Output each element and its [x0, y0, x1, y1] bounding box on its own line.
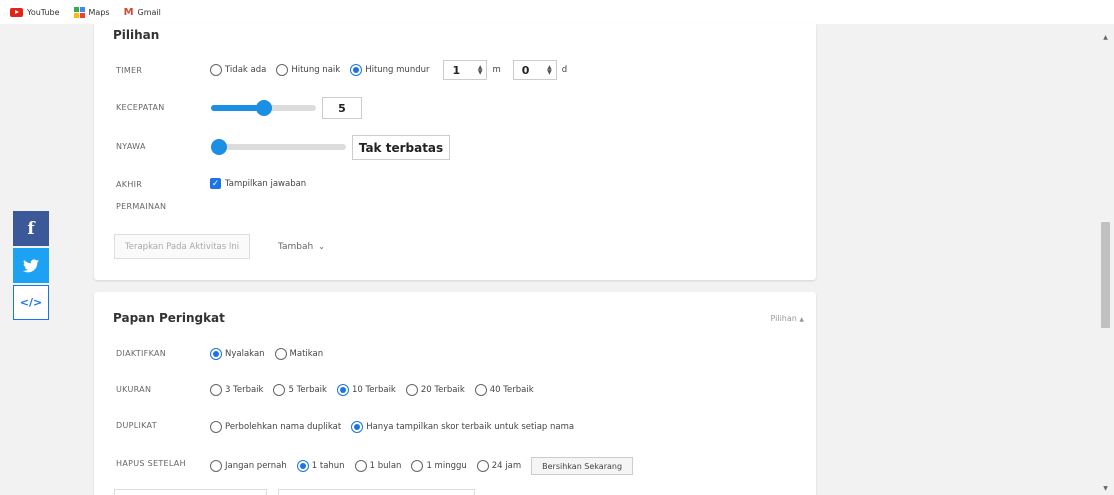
radio-button[interactable] [210, 64, 222, 76]
delete-option-1-year[interactable]: 1 tahun [296, 460, 345, 472]
size-option-3[interactable]: 3 Terbaik [210, 384, 263, 396]
size-option-5[interactable]: 5 Terbaik [273, 384, 327, 396]
enabled-row: Nyalakan Matikan [210, 348, 333, 360]
maps-icon [73, 6, 85, 18]
leaderboard-title: Papan Peringkat [113, 311, 225, 325]
enabled-option-off[interactable]: Matikan [274, 348, 323, 360]
bookmark-label: Maps [88, 7, 110, 17]
radio-button[interactable] [411, 460, 424, 472]
clear-now-button[interactable]: Bersihkan Sekarang [531, 457, 634, 475]
radio-button-selected[interactable] [336, 384, 349, 396]
size-option-20[interactable]: 20 Terbaik [405, 384, 465, 396]
spin-arrows-icon[interactable]: ▲ ▼ [478, 65, 483, 76]
delete-option-1-month[interactable]: 1 bulan [354, 460, 401, 472]
scroll-up-arrow-icon[interactable]: ▲ [1097, 30, 1114, 44]
duplicates-row: Perbolehkan nama duplikat Hanya tampilka… [210, 421, 584, 433]
timer-option-none[interactable]: Tidak ada [210, 64, 266, 76]
lives-value: Tak terbatas [352, 135, 450, 160]
radio-button-selected[interactable] [351, 421, 364, 433]
bookmarks-bar: YouTube Maps M Gmail [0, 0, 1114, 24]
delete-after-row: Jangan pernah 1 tahun 1 bulan 1 minggu 2… [210, 457, 634, 475]
timer-label: TIMER [116, 66, 143, 75]
duplicates-label: DUPLIKAT [116, 421, 157, 430]
minutes-spinbox[interactable]: 1 ▲ ▼ [443, 60, 488, 80]
end-game-label-line2: PERMAINAN [116, 202, 167, 211]
caret-up-icon: ▲ [799, 316, 804, 323]
radio-button[interactable] [476, 460, 489, 472]
gmail-icon: M [123, 6, 134, 18]
radio-button-selected[interactable] [296, 460, 309, 472]
speed-label: KECEPATAN [116, 103, 165, 112]
facebook-icon: f [27, 218, 35, 239]
timer-row: Tidak ada Hitung naik Hitung mundur 1 ▲ ▼… [210, 60, 567, 80]
speed-slider-thumb[interactable] [255, 100, 272, 116]
enabled-label: DIAKTIFKAN [116, 349, 167, 358]
facebook-share-button[interactable]: f [13, 211, 49, 246]
delete-option-1-week[interactable]: 1 minggu [411, 460, 467, 472]
timer-option-countdown[interactable]: Hitung mundur [350, 64, 429, 76]
leaderboard-card: Papan Peringkat Pilihan ▲ DIAKTIFKAN Nya… [94, 292, 816, 495]
speed-value: 5 [322, 97, 362, 119]
duplicates-option-allow[interactable]: Perbolehkan nama duplikat [210, 421, 341, 433]
timer-option-count-up[interactable]: Hitung naik [276, 64, 340, 76]
radio-button[interactable] [274, 348, 287, 360]
size-row: 3 Terbaik 5 Terbaik 10 Terbaik 20 Terbai… [210, 384, 544, 396]
youtube-icon [10, 7, 23, 17]
bottom-button-stub[interactable] [278, 489, 475, 495]
radio-button[interactable] [354, 460, 367, 472]
spin-arrows-icon[interactable]: ▲ ▼ [547, 65, 552, 76]
end-game-label-line1: AKHIR [116, 180, 143, 189]
twitter-share-button[interactable] [13, 248, 49, 283]
radio-button[interactable] [273, 384, 286, 396]
options-title: Pilihan [113, 28, 160, 42]
bookmark-maps[interactable]: Maps [73, 6, 110, 18]
lives-slider-thumb[interactable] [211, 139, 227, 155]
embed-code-button[interactable]: </> [13, 285, 49, 320]
delete-option-never[interactable]: Jangan pernah [210, 460, 287, 472]
leaderboard-options-toggle[interactable]: Pilihan ▲ [770, 314, 804, 323]
size-option-10[interactable]: 10 Terbaik [336, 384, 396, 396]
radio-button[interactable] [210, 384, 222, 396]
lives-label: NYAWA [116, 142, 146, 151]
code-icon: </> [19, 296, 43, 309]
radio-button-selected[interactable] [350, 64, 363, 76]
delete-after-label: HAPUS SETELAH [116, 459, 186, 468]
bottom-button-stub[interactable] [114, 489, 267, 495]
apply-to-activity-button[interactable]: Terapkan Pada Aktivitas Ini [114, 234, 251, 259]
radio-button[interactable] [210, 460, 222, 472]
twitter-icon [23, 258, 39, 272]
radio-button[interactable] [210, 421, 222, 433]
radio-button[interactable] [276, 64, 289, 76]
radio-button-selected[interactable] [210, 348, 222, 360]
duplicates-option-best-only[interactable]: Hanya tampilkan skor terbaik untuk setia… [351, 421, 574, 433]
show-answers-checkbox[interactable]: ✓ Tampilkan jawaban [210, 178, 306, 189]
bookmark-label: YouTube [27, 7, 60, 17]
bookmark-label: Gmail [137, 7, 161, 17]
bookmark-gmail[interactable]: M Gmail [124, 7, 161, 18]
page-scrollbar[interactable]: ▲ ▼ [1097, 24, 1114, 495]
seconds-spinbox[interactable]: 0 ▲ ▼ [512, 60, 557, 80]
scroll-down-arrow-icon[interactable]: ▼ [1097, 481, 1114, 495]
more-dropdown[interactable]: Tambah ⌄ [278, 234, 325, 259]
checkmark-icon[interactable]: ✓ [210, 178, 221, 189]
size-label: UKURAN [116, 385, 152, 394]
minutes-unit: m [492, 65, 501, 75]
size-option-40[interactable]: 40 Terbaik [474, 384, 534, 396]
options-card: Pilihan TIMER Tidak ada Hitung naik Hitu… [94, 24, 816, 280]
bookmark-youtube[interactable]: YouTube [10, 7, 60, 17]
lives-slider-track[interactable] [211, 144, 346, 150]
seconds-unit: d [561, 65, 568, 75]
delete-option-24-hours[interactable]: 24 jam [476, 460, 521, 472]
scroll-thumb[interactable] [1101, 222, 1110, 328]
radio-button[interactable] [405, 384, 418, 396]
radio-button[interactable] [474, 384, 487, 396]
enabled-option-on[interactable]: Nyalakan [210, 348, 265, 360]
chevron-down-icon: ⌄ [318, 242, 325, 251]
